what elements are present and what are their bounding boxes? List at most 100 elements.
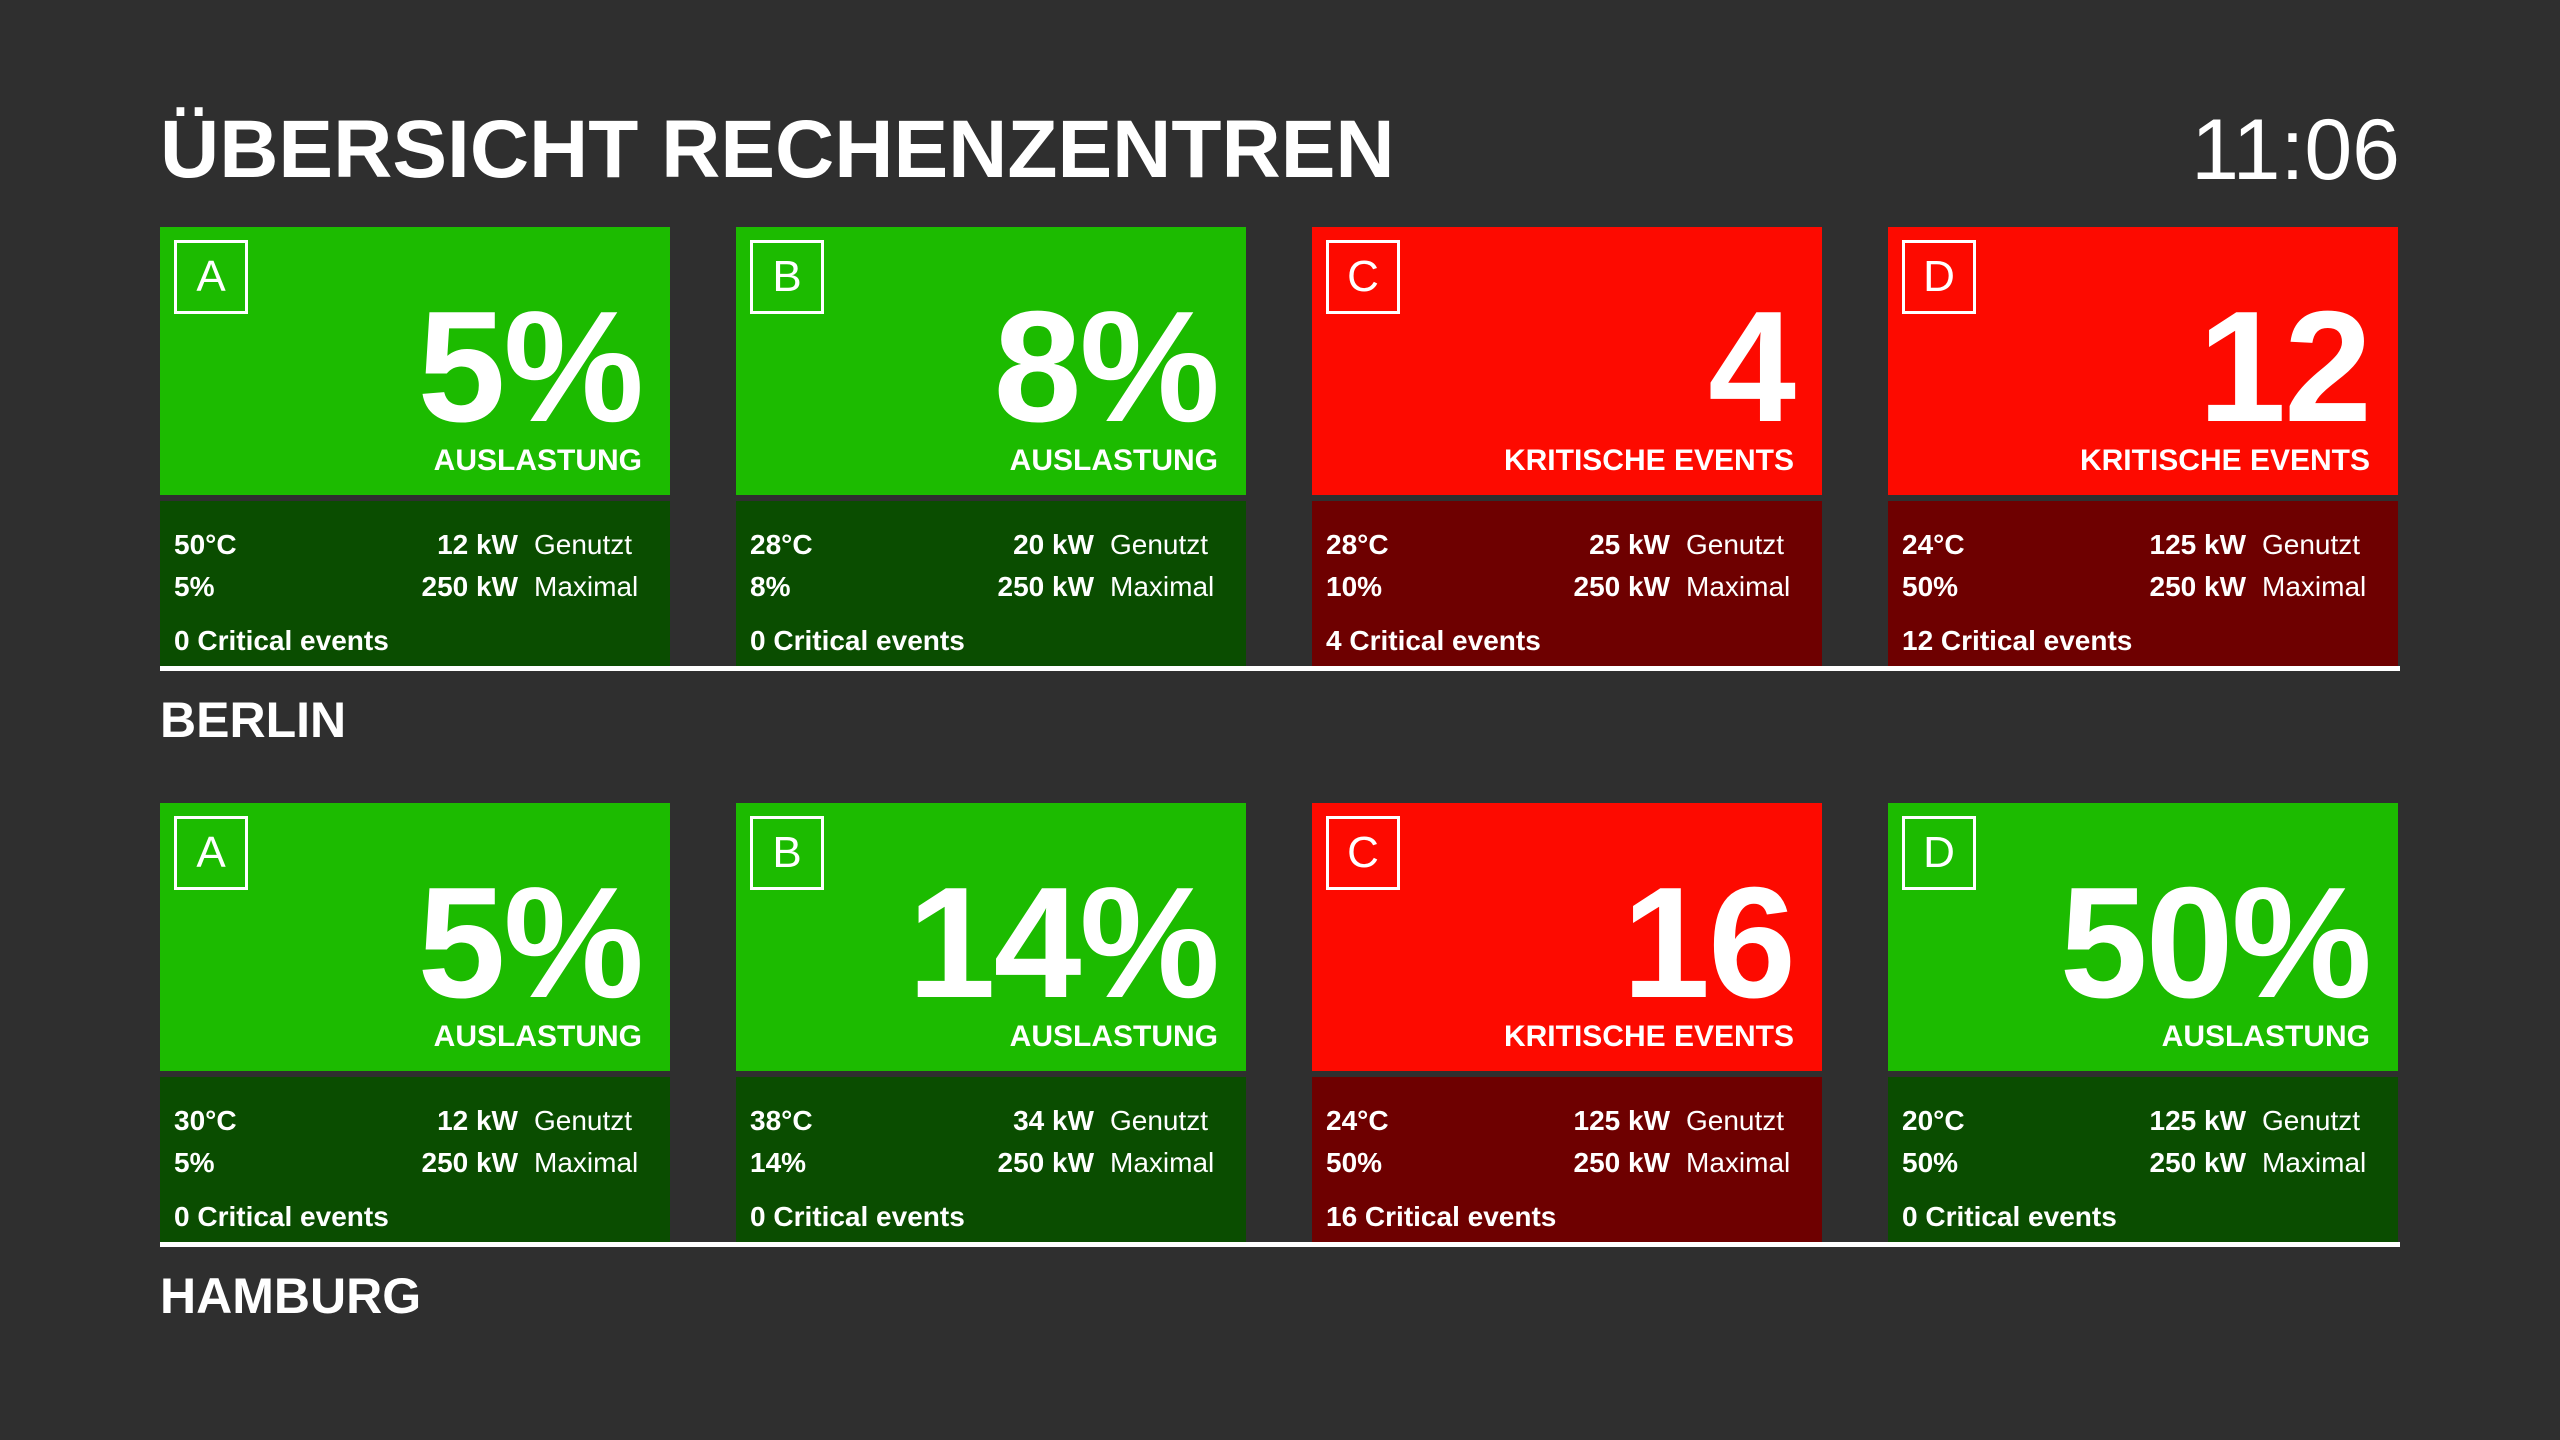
temperature: 24°C [1902, 529, 1965, 560]
card-summary: B 8% AUSLASTUNG [736, 227, 1246, 495]
power-max-value: 250 kW [997, 571, 1095, 602]
power-used-label: Genutzt [1110, 529, 1209, 560]
datacenter-letter: B [750, 816, 824, 890]
region-berlin: A 5% AUSLASTUNG 50°C 5% 12 kW Genutzt 25… [160, 227, 2400, 748]
datacenter-letter: B [750, 240, 824, 314]
utilization-percent: 5% [174, 571, 215, 602]
card-summary: C 4 KRITISCHE EVENTS [1312, 227, 1822, 495]
temperature: 50°C [174, 529, 237, 560]
datacenter-card-b[interactable]: B 14% AUSLASTUNG 38°C 14% 34 kW Genutzt … [736, 803, 1246, 1242]
utilization-percent: 50% [1326, 1147, 1383, 1178]
power-max-value: 250 kW [2149, 1147, 2247, 1178]
power-used-value: 34 kW [1013, 1105, 1094, 1136]
main-metric-label: AUSLASTUNG [2161, 1020, 2370, 1053]
critical-events-text: 4 Critical events [1326, 625, 1541, 656]
datacenter-letter: D [1902, 816, 1976, 890]
page-title: ÜBERSICHT RECHENZENTREN [160, 104, 1395, 195]
utilization-percent: 8% [750, 571, 791, 602]
power-max-value: 250 kW [1573, 571, 1671, 602]
temperature: 24°C [1326, 1105, 1389, 1136]
critical-events-text: 0 Critical events [750, 1201, 965, 1232]
datacenter-letter: C [1326, 816, 1400, 890]
clock: 11:06 [2191, 102, 2400, 198]
power-used-label: Genutzt [1686, 529, 1785, 560]
datacenter-card-c[interactable]: C 16 KRITISCHE EVENTS 24°C 50% 125 kW Ge… [1312, 803, 1822, 1242]
main-metric-value: 4 [1708, 279, 1796, 455]
critical-events-text: 0 Critical events [174, 625, 389, 656]
main-metric-value: 12 [2198, 279, 2372, 455]
temperature: 30°C [174, 1105, 237, 1136]
dashboard-page: ÜBERSICHT RECHENZENTREN 11:06 A 5% AUSLA… [0, 0, 2560, 1440]
datacenter-card-b[interactable]: B 8% AUSLASTUNG 28°C 8% 20 kW Genutzt 25… [736, 227, 1246, 666]
power-used-label: Genutzt [534, 529, 633, 560]
power-max-value: 250 kW [1573, 1147, 1671, 1178]
main-metric-label: AUSLASTUNG [433, 444, 642, 477]
datacenter-card-d[interactable]: D 12 KRITISCHE EVENTS 24°C 50% 125 kW Ge… [1888, 227, 2398, 666]
power-max-label: Maximal [1686, 1147, 1791, 1178]
datacenter-card-a[interactable]: A 5% AUSLASTUNG 50°C 5% 12 kW Genutzt 25… [160, 227, 670, 666]
critical-events-text: 0 Critical events [750, 625, 965, 656]
critical-events-text: 16 Critical events [1326, 1201, 1557, 1232]
datacenter-cards: A 5% AUSLASTUNG 50°C 5% 12 kW Genutzt 25… [160, 227, 2400, 666]
main-metric-label: AUSLASTUNG [1009, 1020, 1218, 1053]
temperature: 28°C [1326, 529, 1389, 560]
power-used-value: 125 kW [1573, 1105, 1671, 1136]
card-summary: B 14% AUSLASTUNG [736, 803, 1246, 1071]
critical-events-text: 0 Critical events [1902, 1201, 2117, 1232]
main-metric-value: 8% [993, 279, 1220, 455]
power-used-label: Genutzt [2262, 1105, 2361, 1136]
datacenter-cards: A 5% AUSLASTUNG 30°C 5% 12 kW Genutzt 25… [160, 803, 2400, 1242]
power-max-label: Maximal [534, 571, 639, 602]
power-max-label: Maximal [1110, 571, 1215, 602]
card-details: 24°C 50% 125 kW Genutzt 250 kW Maximal 1… [1888, 501, 2398, 666]
power-max-label: Maximal [2262, 571, 2367, 602]
card-details: 38°C 14% 34 kW Genutzt 250 kW Maximal 0 … [736, 1077, 1246, 1242]
card-summary: D 50% AUSLASTUNG [1888, 803, 2398, 1071]
temperature: 38°C [750, 1105, 813, 1136]
card-details: 28°C 8% 20 kW Genutzt 250 kW Maximal 0 C… [736, 501, 1246, 666]
main-metric-label: AUSLASTUNG [433, 1020, 642, 1053]
main-metric-value: 5% [417, 279, 644, 455]
datacenter-card-a[interactable]: A 5% AUSLASTUNG 30°C 5% 12 kW Genutzt 25… [160, 803, 670, 1242]
power-max-label: Maximal [1686, 571, 1791, 602]
critical-events-text: 0 Critical events [174, 1201, 389, 1232]
datacenter-letter: C [1326, 240, 1400, 314]
power-used-value: 125 kW [2149, 1105, 2247, 1136]
datacenter-letter: A [174, 816, 248, 890]
region-divider [160, 666, 2400, 671]
datacenter-card-d[interactable]: D 50% AUSLASTUNG 20°C 50% 125 kW Genutzt… [1888, 803, 2398, 1242]
header: ÜBERSICHT RECHENZENTREN 11:06 [160, 100, 2400, 200]
power-max-label: Maximal [534, 1147, 639, 1178]
power-used-label: Genutzt [1110, 1105, 1209, 1136]
card-details: 24°C 50% 125 kW Genutzt 250 kW Maximal 1… [1312, 1077, 1822, 1242]
utilization-percent: 50% [1902, 571, 1959, 602]
power-max-label: Maximal [2262, 1147, 2367, 1178]
power-used-label: Genutzt [534, 1105, 633, 1136]
utilization-percent: 10% [1326, 571, 1383, 602]
datacenter-letter: A [174, 240, 248, 314]
utilization-percent: 50% [1902, 1147, 1959, 1178]
power-used-value: 12 kW [437, 1105, 518, 1136]
power-used-label: Genutzt [1686, 1105, 1785, 1136]
card-summary: A 5% AUSLASTUNG [160, 803, 670, 1071]
region-name: HAMBURG [160, 1268, 422, 1324]
card-details: 20°C 50% 125 kW Genutzt 250 kW Maximal 0… [1888, 1077, 2398, 1242]
power-used-value: 125 kW [2149, 529, 2247, 560]
region-divider [160, 1242, 2400, 1247]
main-metric-label: AUSLASTUNG [1009, 444, 1218, 477]
main-metric-value: 5% [417, 855, 644, 1031]
main-metric-label: KRITISCHE EVENTS [1503, 1020, 1794, 1053]
utilization-percent: 5% [174, 1147, 215, 1178]
power-used-label: Genutzt [2262, 529, 2361, 560]
card-details: 28°C 10% 25 kW Genutzt 250 kW Maximal 4 … [1312, 501, 1822, 666]
critical-events-text: 12 Critical events [1902, 625, 2133, 656]
datacenter-letter: D [1902, 240, 1976, 314]
main-metric-value: 14% [907, 855, 1220, 1031]
card-details: 30°C 5% 12 kW Genutzt 250 kW Maximal 0 C… [160, 1077, 670, 1242]
temperature: 20°C [1902, 1105, 1965, 1136]
card-summary: D 12 KRITISCHE EVENTS [1888, 227, 2398, 495]
card-summary: A 5% AUSLASTUNG [160, 227, 670, 495]
power-max-value: 250 kW [421, 571, 519, 602]
power-max-value: 250 kW [2149, 571, 2247, 602]
datacenter-card-c[interactable]: C 4 KRITISCHE EVENTS 28°C 10% 25 kW Genu… [1312, 227, 1822, 666]
